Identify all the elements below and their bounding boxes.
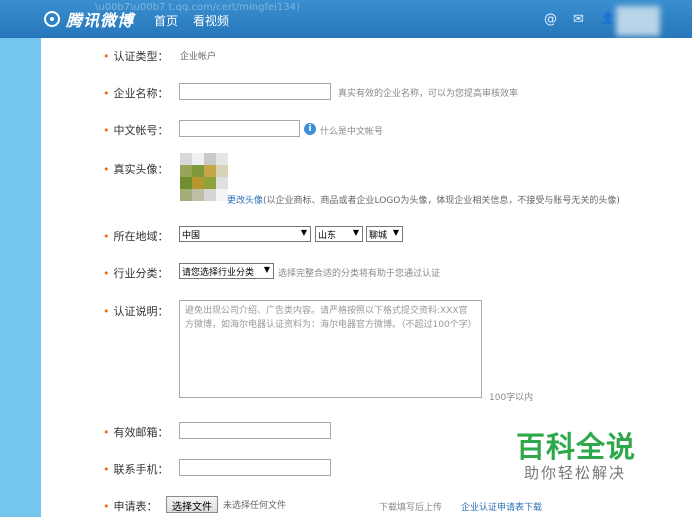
description-label: • 认证说明：: [103, 303, 169, 319]
cn-account-help-link[interactable]: 什么是中文帐号: [320, 124, 383, 137]
row-cert-type: • 认证类型： 企业帐户: [41, 46, 692, 66]
city-select-value: 聊城: [369, 231, 388, 241]
city-select[interactable]: 聊城 ▼: [366, 226, 403, 242]
cn-account-label: • 中文帐号：: [103, 122, 169, 138]
avatar-label-text: 真实头像：: [113, 163, 169, 176]
change-avatar-link[interactable]: 更改头像: [227, 196, 263, 206]
required-mark: •: [103, 124, 110, 137]
email-input[interactable]: [179, 422, 331, 439]
user-avatar[interactable]: [616, 6, 660, 36]
cn-account-label-text: 中文帐号：: [113, 124, 169, 137]
required-mark: •: [103, 500, 110, 513]
avatar-hint-line: 更改头像(以企业商标、商品或者企业LOGO为头像，体现企业相关信息，不接受与账号…: [227, 193, 620, 206]
chevron-down-icon: ▼: [263, 265, 270, 274]
required-mark: •: [103, 426, 110, 439]
weibo-eye-icon: [44, 11, 60, 27]
chevron-down-icon: ▼: [352, 228, 359, 237]
row-avatar: • 真实头像：: [41, 159, 692, 179]
region-label-text: 所在地域：: [113, 230, 169, 243]
nav-video[interactable]: 看视频: [193, 12, 229, 29]
avatar-label: • 真实头像：: [103, 161, 169, 177]
company-name-input[interactable]: [179, 83, 331, 100]
region-label: • 所在地域：: [103, 228, 169, 244]
province-select[interactable]: 山东 ▼: [315, 226, 363, 242]
industry-label-text: 行业分类：: [113, 267, 169, 280]
row-application: • 申请表： 选择文件 未选择任何文件 下载填写后上传 企业认证申请表下载: [41, 496, 692, 516]
at-icon[interactable]: @: [544, 12, 557, 27]
brand-name: 腾讯微博: [66, 11, 135, 30]
cn-account-input[interactable]: [179, 120, 300, 137]
choose-file-button[interactable]: 选择文件: [166, 496, 218, 513]
phone-input[interactable]: [179, 459, 331, 476]
info-icon[interactable]: i: [304, 123, 316, 135]
top-bar: \u00b7\u00b7 t.qq.com/cert/mingfei134) 腾…: [0, 0, 692, 38]
chevron-down-icon: ▼: [300, 228, 307, 237]
cert-type-value: 企业帐户: [180, 52, 217, 62]
required-mark: •: [103, 305, 110, 318]
required-mark: •: [103, 267, 110, 280]
chevron-down-icon: ▼: [392, 228, 399, 237]
phone-label-text: 联系手机：: [113, 463, 169, 476]
no-file-text: 未选择任何文件: [223, 501, 287, 511]
mail-icon[interactable]: ✉: [573, 12, 584, 27]
nav-home[interactable]: 首页: [154, 12, 178, 29]
industry-select-value: 请您选择行业分类: [182, 268, 255, 278]
required-mark: •: [103, 163, 110, 176]
application-label: • 申请表：: [103, 498, 158, 514]
tencent-weibo-logo[interactable]: 腾讯微博: [44, 9, 135, 30]
required-mark: •: [103, 463, 110, 476]
company-name-label-text: 企业名称：: [113, 87, 169, 100]
industry-label: • 行业分类：: [103, 265, 169, 281]
download-form-link[interactable]: 企业认证申请表下载: [461, 500, 542, 513]
province-select-value: 山东: [318, 231, 337, 241]
description-label-text: 认证说明：: [113, 305, 169, 318]
watermark-subtitle: 助你轻松解决: [524, 464, 627, 482]
description-limit-hint: 100字以内: [489, 393, 534, 403]
avatar-hint-text: (以企业商标、商品或者企业LOGO为头像，体现企业相关信息，不接受与账号无关的头…: [263, 196, 620, 206]
cert-type-label: • 认证类型：: [103, 48, 169, 64]
row-cn-account: • 中文帐号： i 什么是中文帐号: [41, 120, 692, 140]
country-select[interactable]: 中国 ▼: [179, 226, 311, 242]
description-textarea[interactable]: 避免出现公司介绍、广告类内容。请严格按照以下格式提交资料:XXX官方微博，如海尔…: [179, 300, 482, 398]
row-avatar-change: 更改头像(以企业商标、商品或者企业LOGO为头像，体现企业相关信息，不接受与账号…: [41, 192, 692, 212]
phone-label: • 联系手机：: [103, 461, 169, 477]
industry-hint: 选择完整合适的分类将有助于您通过认证: [278, 269, 441, 279]
download-hint: 下载填写后上传: [379, 503, 443, 513]
row-industry: • 行业分类： 请您选择行业分类 ▼ 选择完整合适的分类将有助于您通过认证: [41, 263, 692, 283]
email-label-text: 有效邮箱：: [113, 426, 169, 439]
required-mark: •: [103, 230, 110, 243]
country-select-value: 中国: [182, 231, 201, 241]
watermark-title: 百科全说: [516, 430, 637, 464]
user-icon[interactable]: 👤: [601, 12, 615, 25]
cert-type-label-text: 认证类型：: [113, 50, 169, 63]
required-mark: •: [103, 87, 110, 100]
row-region: • 所在地域： 中国 ▼ 山东 ▼ 聊城 ▼: [41, 226, 692, 246]
company-name-hint: 真实有效的企业名称，可以为您提高审核效率: [338, 89, 519, 99]
row-company-name: • 企业名称： 真实有效的企业名称，可以为您提高审核效率: [41, 83, 692, 103]
application-label-text: 申请表：: [113, 500, 158, 513]
required-mark: •: [103, 50, 110, 63]
industry-select[interactable]: 请您选择行业分类 ▼: [179, 263, 274, 279]
company-name-label: • 企业名称：: [103, 85, 169, 101]
email-label: • 有效邮箱：: [103, 424, 169, 440]
